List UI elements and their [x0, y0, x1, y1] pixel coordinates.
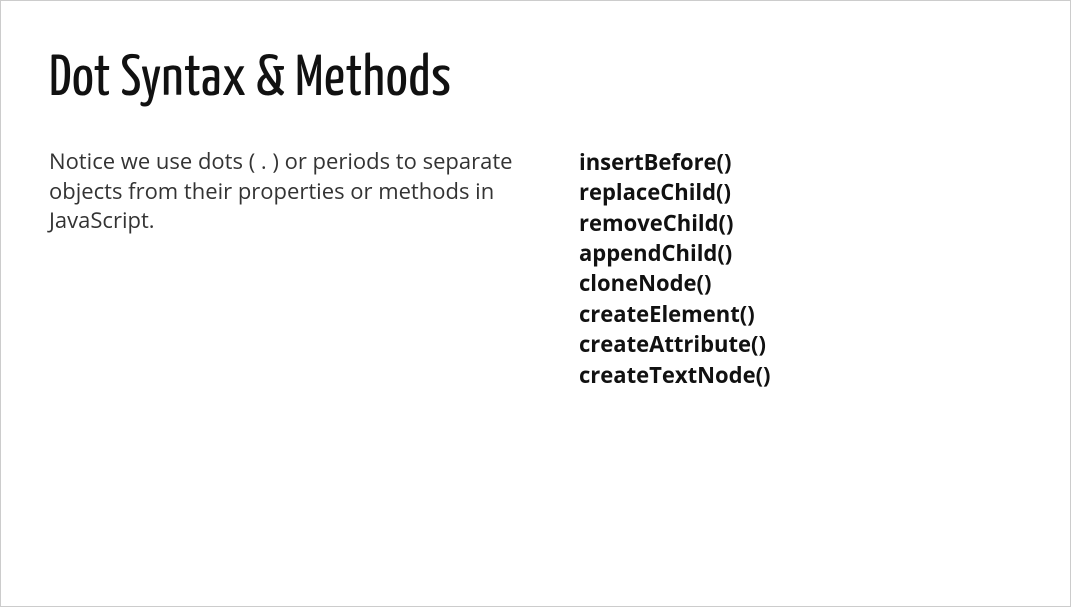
right-column: insertBefore() replaceChild() removeChil…	[559, 147, 1022, 390]
method-item: createTextNode()	[579, 360, 1022, 390]
method-list: insertBefore() replaceChild() removeChil…	[579, 147, 1022, 390]
method-item: createAttribute()	[579, 329, 1022, 359]
method-item: insertBefore()	[579, 147, 1022, 177]
slide-container: Dot Syntax & Methods Notice we use dots …	[1, 1, 1070, 606]
slide-title: Dot Syntax & Methods	[49, 51, 1022, 109]
method-item: createElement()	[579, 299, 1022, 329]
left-column: Notice we use dots ( . ) or periods to s…	[49, 147, 519, 390]
method-item: cloneNode()	[579, 268, 1022, 298]
method-item: removeChild()	[579, 208, 1022, 238]
method-item: replaceChild()	[579, 177, 1022, 207]
method-item: appendChild()	[579, 238, 1022, 268]
description-text: Notice we use dots ( . ) or periods to s…	[49, 147, 519, 236]
content-columns: Notice we use dots ( . ) or periods to s…	[49, 147, 1022, 390]
